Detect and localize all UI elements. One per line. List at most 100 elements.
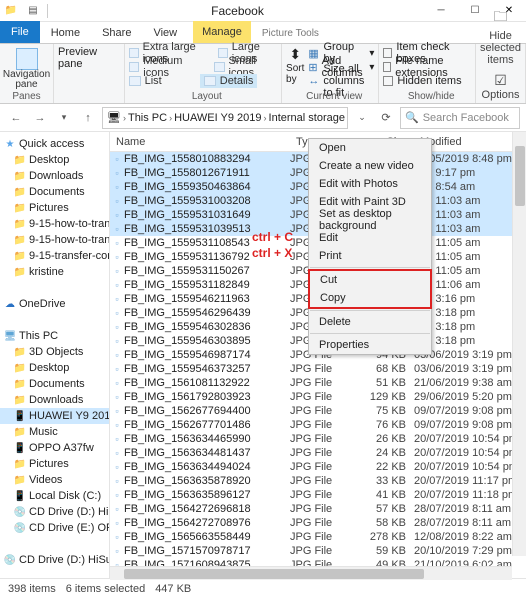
tree-item[interactable]: 📱HUAWEI Y9 2019 [0,408,109,424]
file-icon: ▫ [110,196,124,206]
tree-item[interactable] [0,568,109,578]
file-row[interactable]: ▫FB_IMG_1563634494024JPG File22 KB20/07/… [110,460,526,474]
file-icon: ▫ [110,322,124,332]
tree-item[interactable]: 📁Music [0,424,109,440]
pc-icon: 🖥 [107,111,121,124]
menu-open[interactable]: Open [309,139,431,157]
file-icon: ▫ [110,406,124,416]
search-input[interactable]: 🔍Search Facebook [400,107,520,129]
file-icon: ▫ [110,490,124,500]
tree-item[interactable] [0,312,109,328]
menu-new-video[interactable]: Create a new video [309,157,431,175]
group-panes: Navigation pane Panes [0,44,54,103]
nav-tree[interactable]: ★Quick access📁Desktop📁Downloads📁Document… [0,132,110,578]
tree-item[interactable]: 📱Local Disk (C:) [0,488,109,504]
tree-item[interactable]: 💿CD Drive (D:) HiSuit [0,504,109,520]
file-icon: ▫ [110,210,124,220]
menu-wallpaper[interactable]: Set as desktop background [309,211,431,229]
tab-view[interactable]: View [142,23,188,43]
file-row[interactable]: ▫FB_IMG_1563634465990JPG File26 KB20/07/… [110,432,526,446]
group-layout: Extra large iconsLarge icons Medium icon… [125,44,282,103]
menu-edit-photos[interactable]: Edit with Photos [309,175,431,193]
menu-properties[interactable]: Properties [309,336,431,354]
tree-item[interactable]: 💿CD Drive (D:) HiSuite [0,552,109,568]
sort-by-button[interactable]: ⬍Sort by [286,46,304,88]
forward-button[interactable]: → [30,108,50,128]
tree-item[interactable]: 📁Pictures [0,456,109,472]
navigation-pane-label[interactable]: Navigation pane [3,70,50,90]
file-icon: ▫ [110,364,124,374]
file-row[interactable]: ▫FB_IMG_1559546373257JPG File68 KB03/06/… [110,362,526,376]
tree-item[interactable]: 📁Desktop [0,360,109,376]
tree-item[interactable]: 📁Documents [0,376,109,392]
props-icon[interactable]: ▤ [26,4,40,18]
menu-delete[interactable]: Delete [309,313,431,331]
file-icon: ▫ [110,434,124,444]
search-icon: 🔍 [405,111,419,124]
tab-manage[interactable]: Manage [193,21,251,43]
tab-share[interactable]: Share [91,23,142,43]
file-row[interactable]: ▫FB_IMG_1562677701486JPG File76 KB09/07/… [110,418,526,432]
minimize-button[interactable]: ─ [424,0,458,22]
preview-pane-button[interactable]: Preview pane [58,46,120,70]
file-icon: ▫ [110,420,124,430]
file-row[interactable]: ▫FB_IMG_1562677694400JPG File75 KB09/07/… [110,404,526,418]
back-button[interactable]: ← [6,108,26,128]
size-columns-button[interactable]: ↔Size all columns to fit [308,74,374,88]
hide-selected-button[interactable]: 🗀Hide selected items [480,6,521,66]
hidden-items-toggle[interactable]: Hidden items [383,74,471,88]
vertical-scrollbar[interactable] [512,132,526,556]
file-row[interactable]: ▫FB_IMG_1563634481437JPG File24 KB20/07/… [110,446,526,460]
tree-item[interactable]: 📁Pictures [0,200,109,216]
group-options: 🗀Hide selected items ☑Options [476,44,526,103]
tab-home[interactable]: Home [40,23,91,43]
tree-item[interactable]: 📁Desktop [0,152,109,168]
horizontal-scrollbar[interactable] [110,566,512,580]
address-bar: ← → ▾ ↑ 🖥› This PC› HUAWEI Y9 2019› Inte… [0,104,526,132]
tree-item[interactable]: 📁Downloads [0,392,109,408]
file-icon: ▫ [110,350,124,360]
menu-cut[interactable]: Cut [310,271,430,289]
file-row[interactable]: ▫FB_IMG_1565663558449JPG File278 KB12/08… [110,530,526,544]
file-row[interactable]: ▫FB_IMG_1564272696818JPG File57 KB28/07/… [110,502,526,516]
tree-item[interactable]: 📁Videos [0,472,109,488]
tree-item[interactable]: 📁Documents [0,184,109,200]
menu-print[interactable]: Print [309,247,431,265]
file-icon: ▫ [110,154,124,164]
breadcrumb[interactable]: 🖥› This PC› HUAWEI Y9 2019› Internal sto… [102,107,348,129]
file-icon: ▫ [110,378,124,388]
file-row[interactable]: ▫FB_IMG_1563635896127JPG File41 KB20/07/… [110,488,526,502]
tree-item[interactable]: ☁OneDrive [0,296,109,312]
menu-copy[interactable]: Copy [310,289,430,307]
file-row[interactable]: ▫FB_IMG_1563635878920JPG File33 KB20/07/… [110,474,526,488]
tree-item[interactable]: 🖥This PC [0,328,109,344]
options-button[interactable]: ☑Options [482,72,520,101]
tree-item[interactable]: 📁9-15-how-to-transf [0,216,109,232]
dropdown-button[interactable]: ⌄ [352,108,372,128]
tree-item[interactable]: 📁9-15-how-to-transf [0,232,109,248]
file-icon: ▫ [110,462,124,472]
file-row[interactable]: ▫FB_IMG_1571570978717JPG File59 KB20/10/… [110,544,526,558]
file-extensions-toggle[interactable]: File name extensions [383,60,471,74]
file-row[interactable]: ▫FB_IMG_1561081132922JPG File51 KB21/06/… [110,376,526,390]
up-button[interactable]: ↑ [78,108,98,128]
file-row[interactable]: ▫FB_IMG_1561792803923JPG File129 KB29/06… [110,390,526,404]
tree-item[interactable] [0,280,109,296]
tree-item[interactable]: 📁9-15-transfer-conta [0,248,109,264]
tree-item[interactable]: 📁3D Objects [0,344,109,360]
file-icon: ▫ [110,182,124,192]
history-button[interactable]: ▾ [54,108,74,128]
file-row[interactable]: ▫FB_IMG_1564272708976JPG File58 KB28/07/… [110,516,526,530]
group-current-view: ⬍Sort by ▦Group by ▾ ⊞Add columns ▾ ↔Siz… [282,44,379,103]
navigation-pane-icon[interactable] [16,48,38,70]
tree-item[interactable]: 📱OPPO A37fw [0,440,109,456]
tree-item[interactable]: 💿CD Drive (E:) OPPO [0,520,109,536]
highlight-box: Cut Copy [308,269,432,309]
file-icon: ▫ [110,294,124,304]
tree-item[interactable]: ★Quick access [0,136,109,152]
refresh-button[interactable]: ⟳ [376,108,396,128]
tree-item[interactable] [0,536,109,552]
tab-file[interactable]: File [0,21,40,43]
tree-item[interactable]: 📁kristine [0,264,109,280]
tree-item[interactable]: 📁Downloads [0,168,109,184]
